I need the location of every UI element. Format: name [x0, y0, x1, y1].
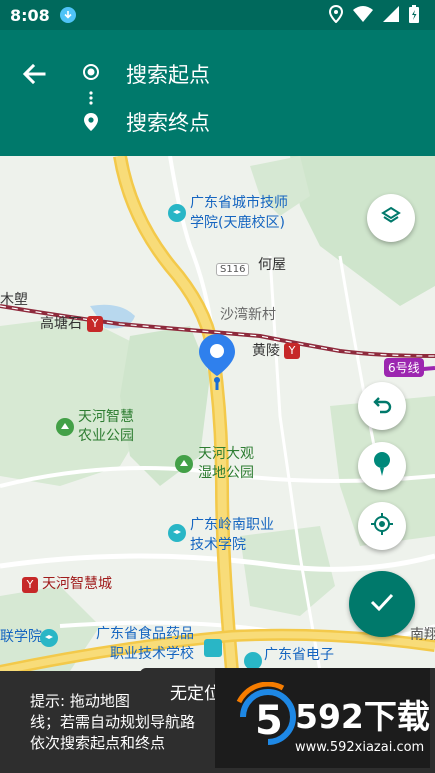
undo-icon: [370, 392, 394, 420]
park-label[interactable]: 天河大观: [198, 445, 254, 463]
locate-button[interactable]: [358, 502, 406, 550]
place-label[interactable]: 何屋: [258, 256, 286, 274]
svg-text:5: 5: [255, 698, 283, 744]
back-arrow-icon[interactable]: [18, 58, 50, 90]
connector-dots: [89, 90, 93, 109]
school-icon: [168, 524, 186, 542]
road-badge: S116: [216, 263, 250, 276]
school-icon: [40, 629, 58, 647]
hint-line: 提示: 拖动地图: [30, 692, 130, 710]
school-icon: [168, 204, 186, 222]
poi-label[interactable]: 广东省城市技师: [190, 194, 288, 212]
undo-button[interactable]: [358, 382, 406, 430]
metro-station-icon: Y: [87, 316, 103, 332]
gps-locate-icon: [369, 511, 395, 541]
pin-icon: [370, 450, 394, 482]
watermark-url: www.592xiazai.com: [295, 740, 425, 755]
status-time: 8:08: [10, 5, 50, 25]
metro-line-badge: 6号线: [384, 358, 424, 377]
metro-station-icon: Y: [22, 577, 38, 593]
watermark-five-icon: 5: [236, 682, 296, 745]
hint-line: 线；若需自动规划导航路: [30, 713, 196, 731]
park-label[interactable]: 农业公园: [78, 427, 134, 445]
place-label[interactable]: 沙湾新村: [220, 306, 276, 324]
park-icon: [56, 418, 74, 436]
place-label[interactable]: 木塱: [0, 291, 28, 309]
place-label[interactable]: 南翔: [410, 626, 435, 644]
park-label[interactable]: 湿地公园: [198, 464, 254, 482]
poi-label[interactable]: 广东省食品药品: [96, 625, 194, 643]
poi-label[interactable]: 广东省电子: [264, 646, 334, 664]
layers-icon: [380, 205, 402, 231]
location-icon: [328, 4, 344, 27]
map-view[interactable]: 广东省城市技师 学院(天鹿校区) S116 何屋 沙湾新村 木塱 高塘石 Y 黄…: [0, 156, 435, 671]
park-label[interactable]: 天河智慧: [78, 408, 134, 426]
station-label[interactable]: 黄陵: [252, 342, 280, 360]
layers-button[interactable]: [367, 194, 415, 242]
hint-text: 提示: 拖动地图 线；若需自动规划导航路 依次搜索起点和终点: [30, 691, 230, 754]
wifi-icon: [353, 6, 373, 26]
metro-station-icon: Y: [284, 343, 300, 359]
pin-button[interactable]: [358, 442, 406, 490]
poi-label[interactable]: 技术学院: [190, 536, 246, 554]
map-center-marker[interactable]: [197, 332, 237, 398]
poi-label[interactable]: 学院(天鹿校区): [190, 214, 285, 232]
hint-line: 依次搜索起点和终点: [30, 734, 166, 752]
check-icon: [369, 592, 395, 616]
destination-pin-icon: [82, 112, 100, 136]
route-search-header: 搜索起点 搜索终点: [0, 30, 435, 156]
park-icon: [175, 455, 193, 473]
school-icon: [204, 639, 222, 657]
watermark-title: 592下载: [295, 697, 430, 736]
origin-icon: [82, 63, 100, 85]
confirm-button[interactable]: [349, 571, 415, 637]
status-bar: 8:08: [0, 0, 435, 30]
poi-label[interactable]: 广东岭南职业: [190, 516, 274, 534]
battery-icon: [409, 5, 419, 27]
poi-label[interactable]: 职业技术学校: [110, 645, 194, 663]
station-label[interactable]: 高塘石: [40, 315, 82, 333]
station-label[interactable]: 天河智慧城: [42, 575, 112, 593]
signal-icon: [383, 6, 399, 26]
poi-label[interactable]: 联学院: [0, 628, 42, 646]
watermark-logo: 5 592下载 www.592xiazai.com: [215, 668, 430, 768]
search-start-input[interactable]: 搜索起点: [126, 59, 210, 89]
search-end-input[interactable]: 搜索终点: [126, 107, 210, 137]
download-icon: [59, 7, 76, 23]
